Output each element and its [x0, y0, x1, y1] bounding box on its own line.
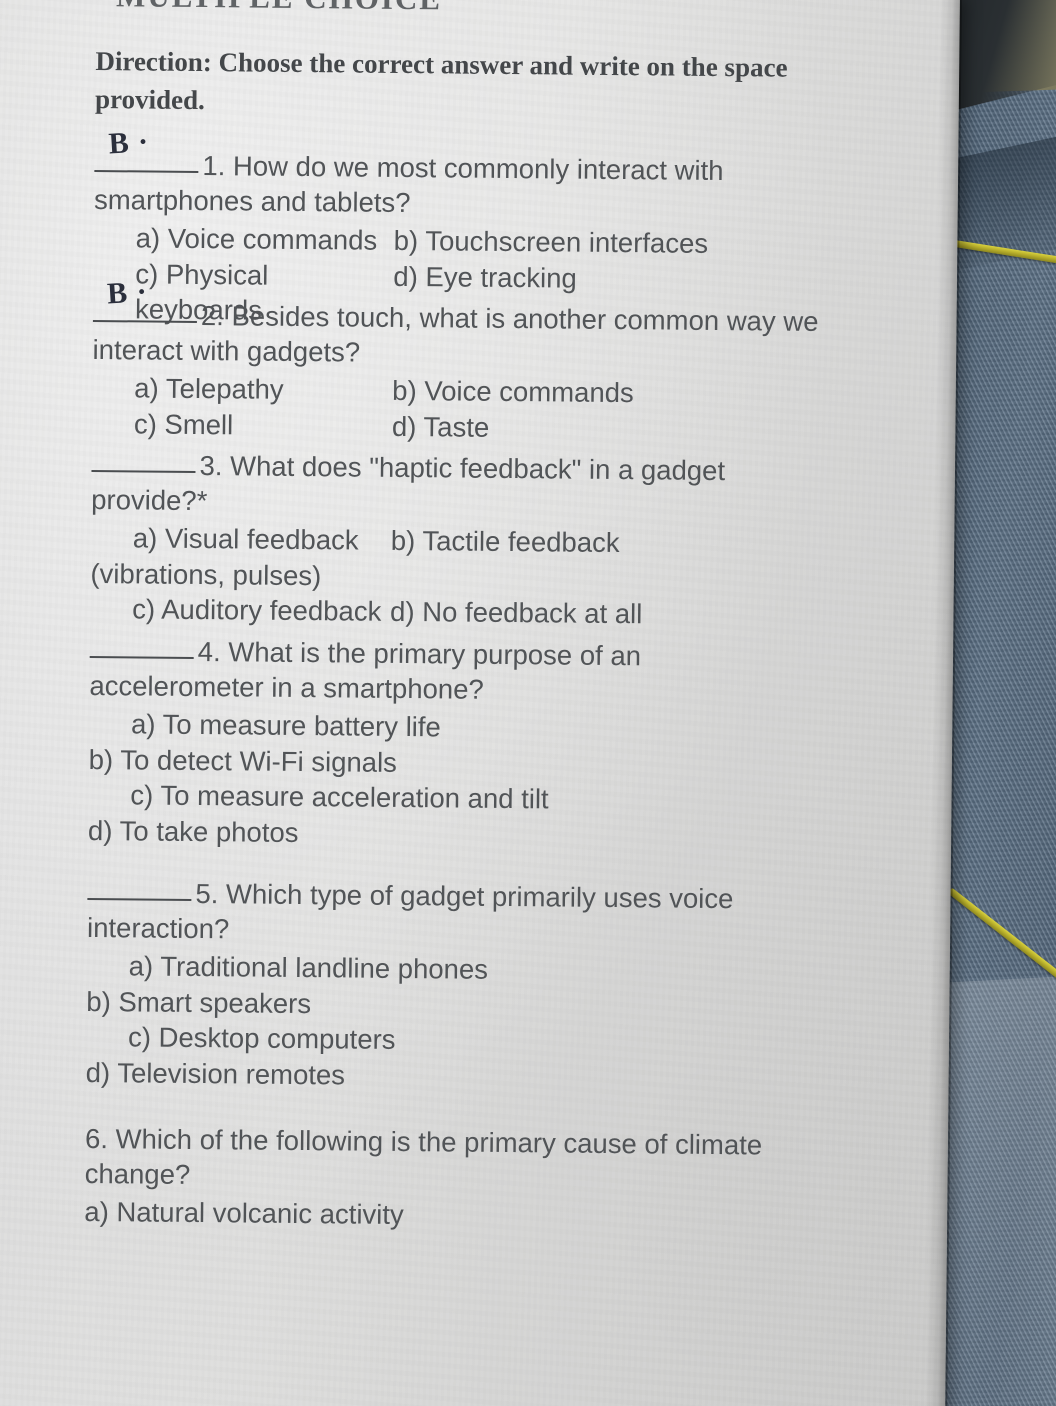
- question-5-stem-line2: interaction?: [86, 911, 230, 945]
- question-2-handwritten-answer: B ·: [106, 275, 149, 311]
- question-3-option-b[interactable]: b) Tactile feedback: [391, 523, 901, 564]
- question-6-number: 6.: [84, 1122, 109, 1155]
- question-6-text-1: Which of the following is the primary ca…: [115, 1123, 763, 1161]
- question-5: 5. Which type of gadget primarily uses v…: [86, 875, 898, 1099]
- question-3-options: a) Visual feedback b) Tactile feedback (…: [90, 520, 901, 635]
- question-2: B · 2. Besides touch, what is another co…: [92, 275, 903, 449]
- question-1-number: 1.: [202, 150, 226, 182]
- question-5-options: a) Traditional landline phones b) Smart …: [86, 948, 897, 1099]
- question-3-number: 3.: [199, 450, 223, 482]
- photo-of-worksheet: MULTIPLE CHOICE Direction: Choose the co…: [0, 0, 1056, 1406]
- question-1-option-a[interactable]: a) Voice commands: [94, 220, 394, 259]
- question-2-options: a) Telepathy b) Voice commands c) Smell …: [92, 370, 903, 449]
- question-1-stem-line2: smartphones and tablets?: [93, 183, 411, 218]
- question-3-answer-blank[interactable]: [91, 447, 196, 473]
- question-3-option-a[interactable]: a) Visual feedback: [91, 520, 391, 559]
- question-2-option-b[interactable]: b) Voice commands: [392, 373, 902, 414]
- question-2-text-1: Besides touch, what is another common wa…: [231, 300, 819, 337]
- question-2-number: 2.: [200, 300, 225, 332]
- question-2-option-a[interactable]: a) Telepathy: [92, 370, 392, 409]
- question-5-text-1: Which type of gadget primarily uses voic…: [225, 878, 734, 915]
- question-4: 4. What is the primary purpose of an acc…: [88, 633, 900, 857]
- question-4-number: 4.: [197, 636, 221, 668]
- question-1-option-b[interactable]: b) Touchscreen interfaces: [394, 223, 904, 264]
- question-4-stem-line2: accelerometer in a smartphone?: [89, 669, 484, 705]
- question-3-stem-line2: provide?*: [91, 483, 208, 517]
- question-4-answer-blank[interactable]: [89, 633, 194, 659]
- question-2-option-c[interactable]: c) Smell: [92, 406, 392, 445]
- question-3: 3. What does "haptic feedback" in a gadg…: [90, 447, 902, 635]
- question-3-option-d[interactable]: d) No feedback at all: [390, 594, 900, 635]
- question-3-option-c[interactable]: c) Auditory feedback: [90, 591, 390, 630]
- question-1-handwritten-answer: B ·: [107, 125, 151, 161]
- question-6: 6. Which of the following is the primary…: [84, 1122, 895, 1237]
- question-5-number: 5.: [195, 877, 219, 910]
- question-4-options: a) To measure battery life b) To detect …: [88, 706, 899, 857]
- question-1-text-1: How do we most commonly interact with: [232, 150, 724, 187]
- question-3-text-1: What does "haptic feedback" in a gadget: [229, 450, 726, 487]
- question-2-option-d[interactable]: d) Taste: [392, 408, 902, 449]
- question-1-answer-blank[interactable]: B ·: [94, 125, 199, 173]
- question-4-text-1: What is the primary purpose of an: [228, 636, 642, 672]
- question-6-stem-line2: change?: [84, 1157, 191, 1190]
- question-2-answer-blank[interactable]: B ·: [92, 275, 198, 323]
- question-5-answer-blank[interactable]: [87, 875, 192, 901]
- direction-instructions: Direction: Choose the correct answer and…: [94, 45, 788, 116]
